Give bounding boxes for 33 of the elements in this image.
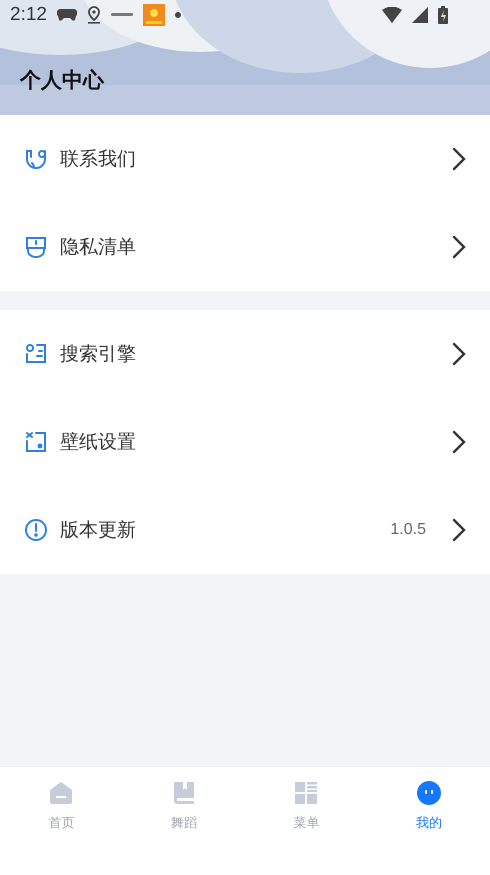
signal-icon <box>412 7 428 23</box>
chevron-right-icon <box>452 430 466 454</box>
dot-icon <box>174 12 181 18</box>
chevron-right-icon <box>452 147 466 171</box>
chevron-right-icon <box>452 235 466 259</box>
settings-row[interactable]: 隐私清单 <box>0 203 490 291</box>
info-icon <box>24 518 48 542</box>
app-icon <box>142 4 165 26</box>
settings-row[interactable]: 联系我们 <box>0 115 490 203</box>
location-icon <box>86 6 101 24</box>
tab-item[interactable]: 我的 <box>368 767 490 875</box>
wifi-icon <box>382 7 402 23</box>
grid-icon <box>293 780 320 806</box>
chevron-right-icon <box>452 518 466 542</box>
gamepad-icon <box>56 8 77 22</box>
face-icon <box>416 780 442 806</box>
row-label: 联系我们 <box>60 147 136 172</box>
status-time: 2:12 <box>10 4 47 26</box>
row-label: 壁纸设置 <box>60 430 136 455</box>
home-icon <box>48 780 74 806</box>
picture-frame-icon <box>24 430 48 454</box>
settings-row[interactable]: 搜索引擎 <box>0 310 490 398</box>
chevron-right-icon <box>452 342 466 366</box>
row-label: 隐私清单 <box>60 235 136 260</box>
page-title: 个人中心 <box>20 67 106 94</box>
version-text: 1.0.5 <box>390 521 426 539</box>
row-label: 搜索引擎 <box>60 342 136 367</box>
search-icon <box>24 342 48 366</box>
battery-icon <box>438 6 448 24</box>
settings-row[interactable]: 壁纸设置 <box>0 398 490 486</box>
settings-row[interactable]: 版本更新 1.0.5 <box>0 486 490 574</box>
row-label: 版本更新 <box>60 518 136 543</box>
app-notification-icon <box>110 12 133 18</box>
